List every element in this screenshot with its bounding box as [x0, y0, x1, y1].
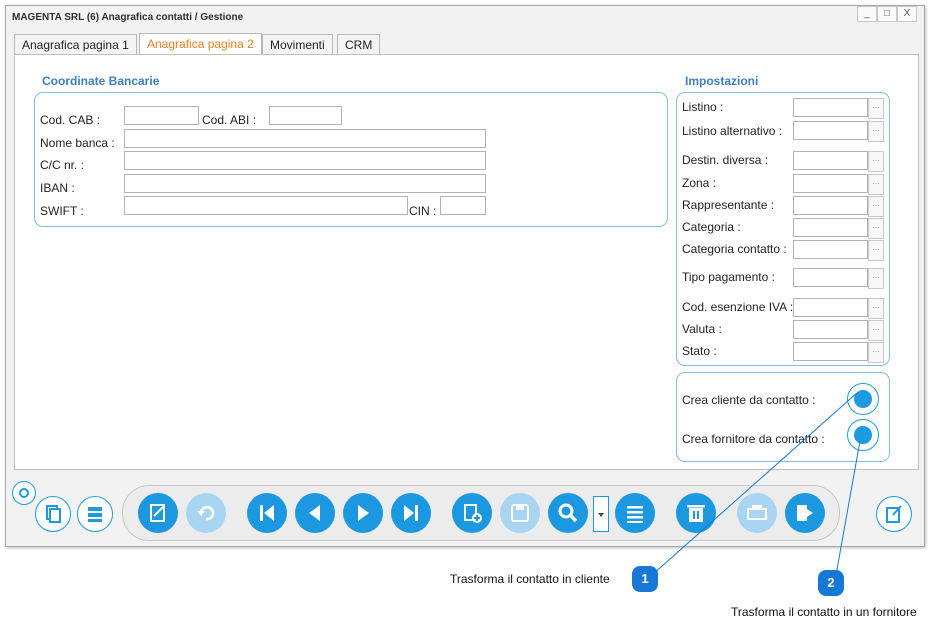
callout-lines — [651, 391, 861, 576]
callout-text-2: Trasforma il contatto in un fornitore — [731, 605, 917, 619]
callout-badge-2: 2 — [818, 570, 844, 596]
callout-line-1 — [651, 391, 859, 576]
callout-badge-1: 1 — [632, 566, 658, 592]
callout-line-2 — [835, 440, 861, 576]
callout-text-1: Trasforma il contatto in cliente — [450, 572, 610, 586]
